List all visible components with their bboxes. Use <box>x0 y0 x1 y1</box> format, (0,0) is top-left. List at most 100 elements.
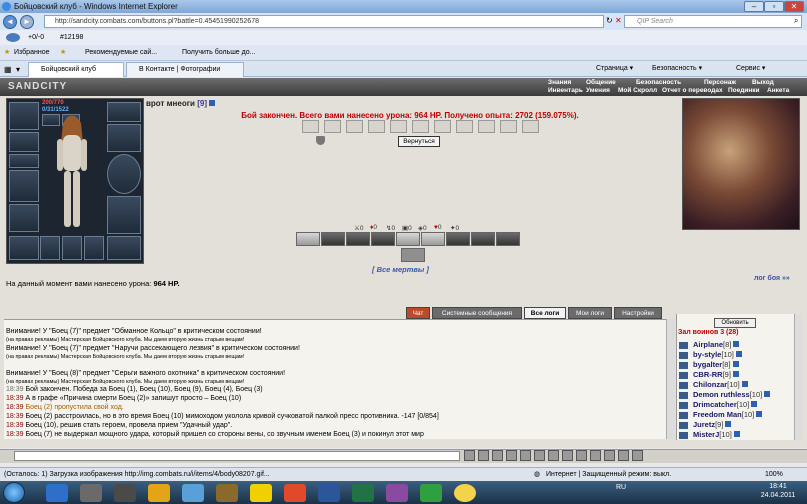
opponent-portrait[interactable] <box>682 98 800 230</box>
all-dead-link[interactable]: [ Все мертвы ] <box>372 265 429 274</box>
send-icon[interactable] <box>464 450 475 461</box>
favorites-button[interactable]: Избранное <box>14 45 49 61</box>
skill-button[interactable] <box>446 232 470 246</box>
boots-slot[interactable] <box>107 236 141 260</box>
clock-icon[interactable] <box>604 450 615 461</box>
room-scrollbar[interactable] <box>794 314 802 440</box>
utorrent-taskbar-icon[interactable] <box>420 484 442 502</box>
player-list-item[interactable]: MisterJ[10] <box>679 430 740 439</box>
globe-icon[interactable] <box>6 33 20 42</box>
amulet-slot[interactable] <box>9 132 39 152</box>
info-icon[interactable] <box>209 100 216 106</box>
player-list-item[interactable]: Airplane[8] <box>679 340 740 349</box>
tab-list-icon[interactable]: ▾ <box>16 65 20 74</box>
game-menu-skills[interactable]: Умения <box>586 87 610 94</box>
settings-icon[interactable] <box>562 450 573 461</box>
maximize-button[interactable]: ▫ <box>764 1 784 12</box>
game-menu-exit[interactable]: Выход <box>752 79 774 86</box>
game-taskbar-icon[interactable] <box>216 484 238 502</box>
tools-menu[interactable]: Сервис ▾ <box>736 61 765 77</box>
sound-icon[interactable] <box>534 450 545 461</box>
tab-chat[interactable]: Чат <box>406 307 430 319</box>
legs-slot[interactable] <box>107 196 141 234</box>
game-menu-battles[interactable]: Поединки <box>728 87 760 94</box>
chat-message-input[interactable] <box>14 451 460 461</box>
help-icon[interactable] <box>618 450 629 461</box>
helmet-slot[interactable] <box>9 102 39 130</box>
app-taskbar-icon[interactable] <box>80 484 102 502</box>
trick-slot[interactable] <box>368 120 385 133</box>
qip-taskbar-icon[interactable] <box>454 484 476 502</box>
ring-slot-3[interactable] <box>84 236 104 260</box>
trick-slot[interactable] <box>390 120 407 133</box>
trick-slot[interactable] <box>456 120 473 133</box>
shield-slot[interactable] <box>107 154 141 194</box>
game-menu-inventory[interactable]: Инвентарь <box>548 87 583 94</box>
skill-button[interactable] <box>346 232 370 246</box>
tab-all-logs[interactable]: Все логи <box>524 307 566 319</box>
skill-button[interactable] <box>371 232 395 246</box>
skill-button[interactable] <box>421 232 445 246</box>
character-figure[interactable] <box>45 113 99 233</box>
excel-taskbar-icon[interactable] <box>352 484 374 502</box>
friends-icon[interactable] <box>548 450 559 461</box>
stop-icon[interactable]: ✕ <box>615 16 622 25</box>
weapon-slot[interactable] <box>9 170 39 202</box>
belt-slot[interactable] <box>9 236 39 260</box>
game-menu-transfers[interactable]: Отчет о переводах <box>662 87 723 94</box>
filter-icon[interactable] <box>506 450 517 461</box>
system-clock[interactable]: 18:41 24.04.2011 <box>752 482 804 500</box>
skill-button[interactable] <box>321 232 345 246</box>
trick-slot[interactable] <box>324 120 341 133</box>
mail-icon[interactable] <box>576 450 587 461</box>
app-taskbar-icon[interactable] <box>386 484 408 502</box>
clear-icon[interactable] <box>478 450 489 461</box>
app-taskbar-icon[interactable] <box>114 484 136 502</box>
player-list-item[interactable]: Drimcatcher[10] <box>679 400 758 409</box>
refresh-icon[interactable]: ↻ <box>606 16 613 25</box>
url-field[interactable]: http://sandcity.combats.com/buttons.pl?b… <box>44 15 604 28</box>
game-menu-character[interactable]: Персонаж <box>704 79 736 86</box>
game-menu-scroll[interactable]: Мой Скролл <box>618 87 657 94</box>
chrome-taskbar-icon[interactable] <box>284 484 306 502</box>
trick-slot[interactable] <box>478 120 495 133</box>
gloves-slot[interactable] <box>107 124 141 152</box>
game-menu-knowledge[interactable]: Знания <box>548 79 571 86</box>
star-icon[interactable]: ★ <box>4 45 10 61</box>
app-taskbar-icon[interactable] <box>250 484 272 502</box>
player-list-item[interactable]: bygalter[8] <box>679 360 739 369</box>
trick-slot[interactable] <box>412 120 429 133</box>
trick-slot[interactable] <box>500 120 517 133</box>
exit-icon[interactable] <box>632 450 643 461</box>
word-taskbar-icon[interactable] <box>318 484 340 502</box>
translit-icon[interactable] <box>520 450 531 461</box>
app-taskbar-icon[interactable] <box>182 484 204 502</box>
game-menu-social[interactable]: Общение <box>586 79 616 86</box>
ring-slot-2[interactable] <box>62 236 82 260</box>
forward-arrow-icon[interactable]: ► <box>20 15 34 29</box>
folder-taskbar-icon[interactable] <box>148 484 170 502</box>
favorites-link-more[interactable]: Получить больше до... <box>172 45 255 61</box>
quick-tabs-icon[interactable]: ▦ <box>4 65 12 74</box>
trick-slot[interactable] <box>302 120 319 133</box>
zoom-level[interactable]: 100% <box>765 468 783 481</box>
battle-log-link[interactable]: лог боя »» <box>754 275 790 282</box>
trick-slot[interactable] <box>346 120 363 133</box>
ie-taskbar-icon[interactable] <box>46 484 68 502</box>
tab-system-messages[interactable]: Системные сообщения <box>432 307 522 319</box>
earrings-slot[interactable] <box>107 102 141 122</box>
language-indicator[interactable]: RU <box>616 484 626 491</box>
player-list-item[interactable]: CBR-RR[9] <box>679 370 739 379</box>
opponent-name[interactable]: врот мнеоги [9] <box>146 99 216 108</box>
close-button[interactable]: ✕ <box>784 1 804 12</box>
rune-button[interactable] <box>401 248 425 262</box>
skill-button[interactable] <box>471 232 495 246</box>
add-favorite-icon[interactable]: ★ <box>60 45 66 61</box>
favorites-link-recommended[interactable]: Рекомендуемые сай... <box>75 45 157 61</box>
trick-slot[interactable] <box>522 120 539 133</box>
game-menu-security[interactable]: Безопасность <box>636 79 681 86</box>
search-icon[interactable]: ⌕ <box>794 16 798 26</box>
player-list-item[interactable]: Chilonzar[10] <box>679 380 748 389</box>
trick-slot[interactable] <box>434 120 451 133</box>
player-list-item[interactable]: Freedom Man[10] <box>679 410 763 419</box>
